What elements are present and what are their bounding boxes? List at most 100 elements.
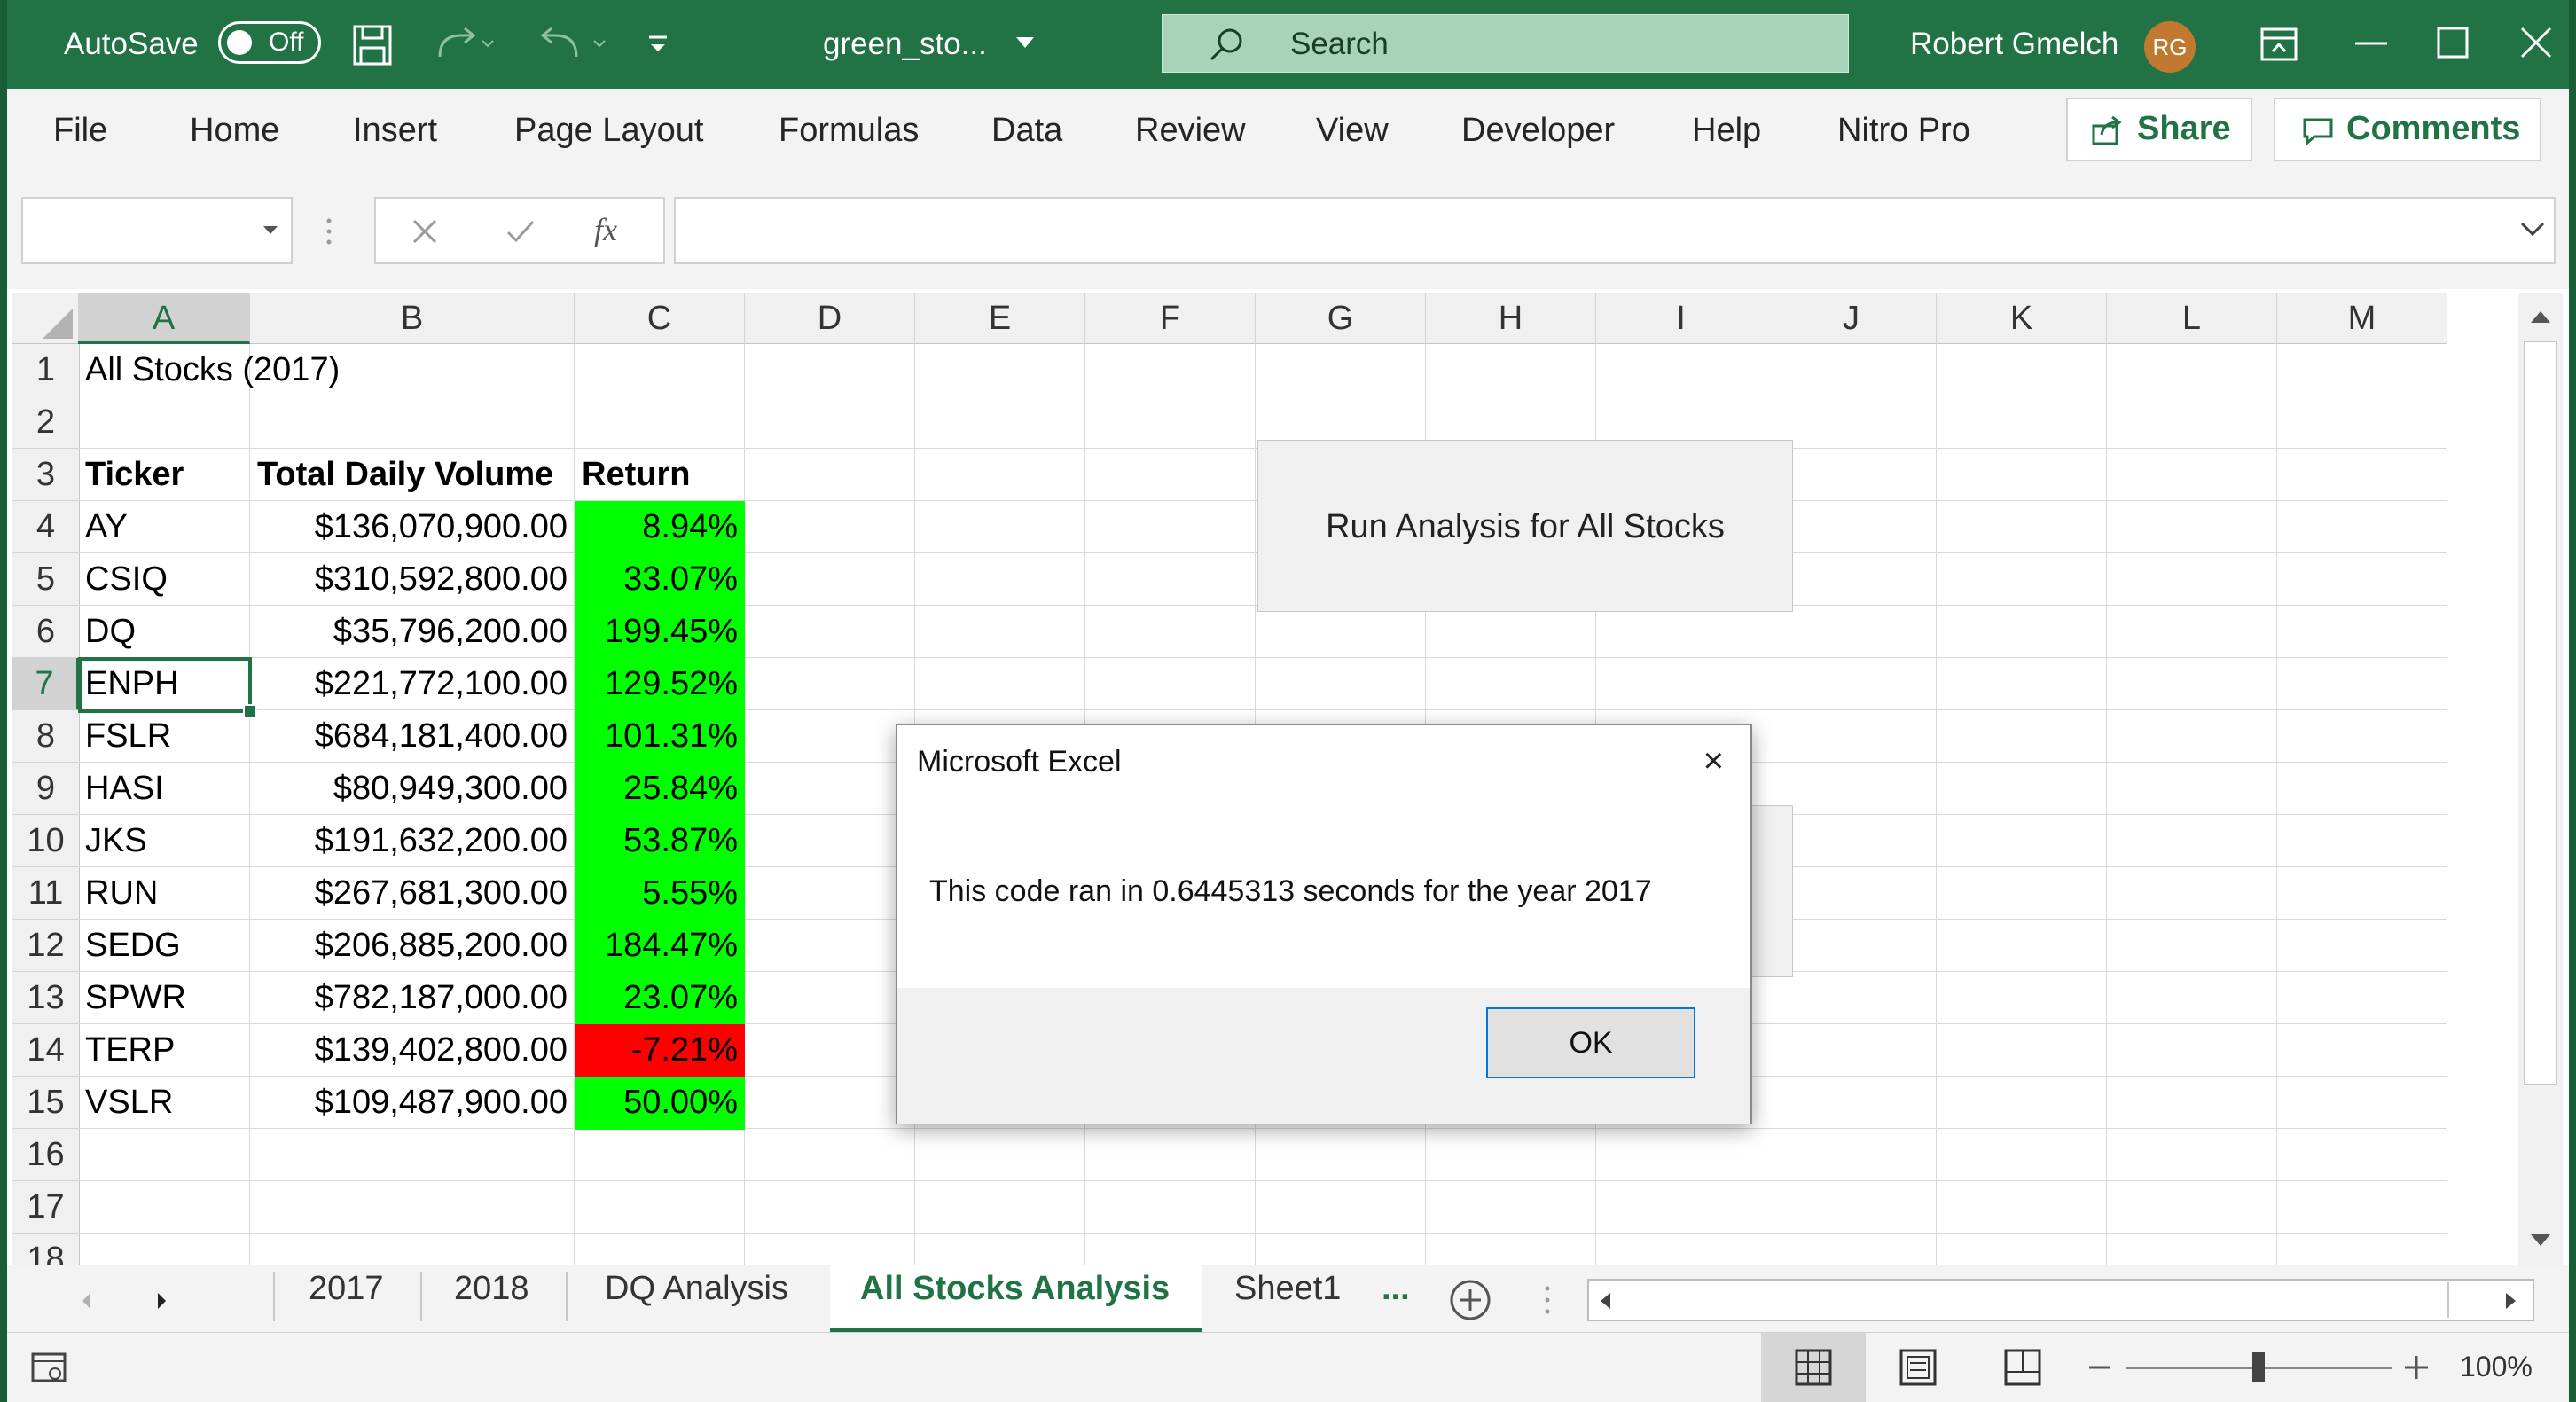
zoom-slider-thumb[interactable] (2252, 1352, 2265, 1382)
grid-cell[interactable] (575, 1129, 745, 1181)
tab-view[interactable]: View (1316, 112, 1389, 150)
volume-cell[interactable]: $191,632,200.00 (250, 815, 575, 867)
grid-cell[interactable] (78, 1129, 250, 1181)
grid-cell[interactable] (1256, 658, 1426, 710)
grid-cell[interactable] (1937, 606, 2107, 658)
grid-cell[interactable] (745, 763, 915, 815)
grid-cell[interactable] (1596, 658, 1766, 710)
grid-cell[interactable] (1085, 553, 1256, 606)
volume-cell[interactable]: $80,949,300.00 (250, 763, 575, 815)
grid-cell[interactable] (745, 710, 915, 763)
grid-cell[interactable] (1937, 449, 2107, 501)
grid-cell[interactable] (575, 1181, 745, 1234)
more-sheets-button[interactable]: ... (1382, 1270, 1410, 1308)
run-analysis-button[interactable]: Run Analysis for All Stocks (1257, 440, 1793, 612)
tab-data[interactable]: Data (991, 112, 1062, 150)
normal-view-button[interactable] (1761, 1333, 1866, 1402)
grid-cell[interactable] (1766, 972, 1937, 1024)
file-name[interactable]: green_sto... (823, 27, 987, 62)
ticker-cell[interactable]: RUN (78, 867, 250, 920)
minimize-icon[interactable] (2355, 41, 2387, 46)
grid-cell[interactable] (1937, 763, 2107, 815)
ticker-cell[interactable]: VSLR (78, 1077, 250, 1129)
column-header-f[interactable]: F (1085, 293, 1256, 344)
user-name[interactable]: Robert Gmelch (1910, 27, 2118, 62)
grid-cell[interactable] (1766, 1234, 1937, 1267)
grid-cell[interactable] (1766, 1077, 1937, 1129)
grid-cell[interactable] (745, 344, 915, 396)
grid-cell[interactable] (2277, 972, 2447, 1024)
horizontal-scrollbar[interactable] (1587, 1279, 2534, 1321)
tab-scroll-left-icon[interactable] (80, 1291, 92, 1311)
grid-cell[interactable] (1937, 344, 2107, 396)
grid-cell[interactable] (2277, 606, 2447, 658)
grid-cell[interactable] (1766, 344, 1937, 396)
header-ticker[interactable]: Ticker (78, 449, 250, 501)
row-header[interactable]: 17 (12, 1181, 80, 1234)
page-layout-view-icon[interactable] (1899, 1349, 1937, 1386)
grid-cell[interactable] (250, 1234, 575, 1267)
vertical-scroll-thumb[interactable] (2524, 341, 2557, 1085)
column-header-b[interactable]: B (250, 293, 575, 344)
name-box[interactable] (21, 197, 293, 264)
grid-cell[interactable] (2277, 1129, 2447, 1181)
grid-cell[interactable] (745, 920, 915, 972)
grid-cell[interactable] (575, 396, 745, 449)
grid-cell[interactable] (250, 1129, 575, 1181)
grid-cell[interactable] (915, 658, 1085, 710)
row-header[interactable]: 5 (12, 553, 80, 606)
grid-cell[interactable] (1766, 710, 1937, 763)
grid-cell[interactable] (2277, 449, 2447, 501)
tab-page-layout[interactable]: Page Layout (514, 112, 703, 150)
grid-cell[interactable] (2107, 501, 2277, 553)
ticker-cell[interactable]: FSLR (78, 710, 250, 763)
grid-cell[interactable] (250, 1181, 575, 1234)
fill-handle[interactable] (243, 704, 257, 718)
header-volume[interactable]: Total Daily Volume (250, 449, 575, 501)
grid-cell[interactable] (2107, 920, 2277, 972)
scroll-up-icon[interactable] (2529, 309, 2552, 325)
grid-cell[interactable] (1937, 815, 2107, 867)
grid-cell[interactable] (915, 501, 1085, 553)
column-header-g[interactable]: G (1256, 293, 1426, 344)
close-icon[interactable] (2520, 27, 2552, 59)
insert-function-icon[interactable]: fx (594, 211, 617, 248)
grid-cell[interactable] (2277, 1024, 2447, 1077)
grid-cell[interactable] (2277, 867, 2447, 920)
grid-cell[interactable] (1085, 501, 1256, 553)
sheet-tab-2018[interactable]: 2018 (454, 1270, 529, 1308)
return-cell[interactable]: 33.07% (575, 553, 745, 607)
sheet-tab-all-stocks-analysis[interactable]: All Stocks Analysis (860, 1270, 1170, 1308)
grid-cell[interactable] (1596, 606, 1766, 658)
grid-cell[interactable] (2277, 1234, 2447, 1267)
row-header[interactable]: 14 (12, 1024, 80, 1077)
tab-nitro-pro[interactable]: Nitro Pro (1837, 112, 1970, 150)
column-header-l[interactable]: L (2107, 293, 2277, 344)
return-cell[interactable]: -7.21% (575, 1024, 745, 1077)
ribbon-display-options-icon[interactable] (2259, 27, 2298, 62)
ticker-cell[interactable]: SEDG (78, 920, 250, 972)
row-header[interactable]: 18 (12, 1234, 80, 1278)
grid-cell[interactable] (745, 1129, 915, 1181)
cell-mode-icon[interactable] (30, 1351, 69, 1386)
hscroll-left-icon[interactable] (1598, 1291, 1612, 1311)
grid-cell[interactable] (2107, 449, 2277, 501)
grid-cell[interactable] (1937, 501, 2107, 553)
grid-cell[interactable] (1085, 449, 1256, 501)
sheet-tab-dq-analysis[interactable]: DQ Analysis (605, 1270, 788, 1308)
grid-cell[interactable] (1766, 1181, 1937, 1234)
autosave-toggle[interactable]: Off (218, 21, 321, 64)
ok-button[interactable]: OK (1486, 1007, 1695, 1078)
zoom-level[interactable]: 100% (2460, 1351, 2533, 1383)
grid-cell[interactable] (1596, 1181, 1766, 1234)
volume-cell[interactable]: $35,796,200.00 (250, 606, 575, 658)
row-header[interactable]: 9 (12, 763, 80, 815)
grid-cell[interactable] (1937, 920, 2107, 972)
grid-cell[interactable] (1085, 1129, 1256, 1181)
sheet-tab-2017[interactable]: 2017 (309, 1270, 384, 1308)
grid-cell[interactable] (1256, 1234, 1426, 1267)
tab-help[interactable]: Help (1692, 112, 1761, 150)
ticker-cell[interactable]: HASI (78, 763, 250, 815)
grid-cell[interactable] (1085, 1234, 1256, 1267)
grid-cell[interactable] (2107, 658, 2277, 710)
